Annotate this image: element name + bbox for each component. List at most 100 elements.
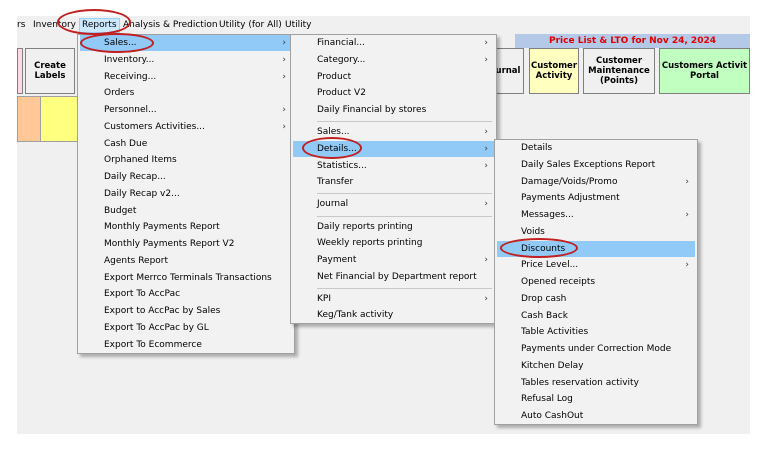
menu-item-statistics[interactable]: Statistics... › [293, 158, 494, 174]
customer-maintenance-label: Customer Maintenance (Points) [588, 56, 650, 86]
submenu-arrow-icon: › [484, 161, 488, 171]
menu-utility-for-all[interactable]: Utility (for All) [219, 19, 282, 32]
details-submenu: Details Daily Sales Exceptions Report Dama… [494, 139, 698, 425]
menu-item-payment[interactable]: Payment › [293, 252, 494, 268]
menu-item-category[interactable]: Category... › [293, 52, 494, 68]
menu-item-transfer[interactable]: Transfer [293, 174, 494, 190]
menu-item-daily-financial-by-stores[interactable]: Daily Financial by stores [293, 102, 494, 118]
menu-item-details[interactable]: Details... › [293, 141, 494, 157]
menu-item-price-level[interactable]: Price Level... › [497, 257, 695, 273]
menu-item-export-merrco-terminals-transactions[interactable]: Export Merrco Terminals Transactions [80, 270, 292, 286]
submenu-arrow-icon: › [484, 55, 488, 65]
submenu-arrow-icon: › [282, 122, 286, 132]
menu-item-daily-sales-exceptions-report[interactable]: Daily Sales Exceptions Report [497, 157, 695, 173]
menu-item-messages[interactable]: Messages... › [497, 207, 695, 223]
orange-tile[interactable] [17, 96, 41, 142]
menu-utility[interactable]: Utility [285, 19, 311, 32]
menu-item-label: Export To Ecommerce [104, 340, 202, 350]
create-labels-button[interactable]: Create Labels [25, 48, 75, 94]
customer-maintenance-button[interactable]: Customer Maintenance (Points) [583, 48, 655, 94]
menu-analysis-prediction[interactable]: Analysis & Prediction [123, 19, 218, 32]
customer-activity-button[interactable]: Customer Activity [529, 48, 579, 94]
menu-item-label: Weekly reports printing [317, 238, 423, 248]
menu-item-refusal-log[interactable]: Refusal Log [497, 391, 695, 407]
menu-item-inventory[interactable]: Inventory... › [80, 52, 292, 68]
menu-item-keg-tank-activity[interactable]: Keg/Tank activity [293, 307, 494, 323]
menu-item-kpi[interactable]: KPI › [293, 291, 494, 307]
menu-item-label: Orders [104, 88, 135, 98]
menu-item-net-financial-by-department-report[interactable]: Net Financial by Department report [293, 269, 494, 285]
menu-item-product-v2[interactable]: Product V2 [293, 85, 494, 101]
menu-item-agents-report[interactable]: Agents Report [80, 253, 292, 269]
menu-item-orphaned-items[interactable]: Orphaned Items [80, 152, 292, 168]
menu-item-label: Orphaned Items [104, 155, 177, 165]
menu-separator [317, 193, 492, 194]
menu-item-label: Inventory... [104, 55, 155, 65]
menu-item-cash-due[interactable]: Cash Due [80, 136, 292, 152]
menu-item-kitchen-delay[interactable]: Kitchen Delay [497, 358, 695, 374]
menu-reports[interactable]: Reports [79, 18, 120, 33]
menu-item-daily-recap-v2[interactable]: Daily Recap v2... [80, 186, 292, 202]
menu-item-monthly-payments-report-v2[interactable]: Monthly Payments Report V2 [80, 236, 292, 252]
menu-item-label: Messages... [521, 210, 574, 220]
submenu-arrow-icon: › [484, 294, 488, 304]
menu-item-label: KPI [317, 294, 331, 304]
menu-item-export-to-accpac[interactable]: Export To AccPac [80, 286, 292, 302]
menu-item-financial[interactable]: Financial... › [293, 35, 494, 51]
menu-item-label: Statistics... [317, 161, 367, 171]
menu-item-payments-under-correction-mode[interactable]: Payments under Correction Mode [497, 341, 695, 357]
menu-item-label: Sales... [317, 127, 350, 137]
menu-item-details[interactable]: Details [497, 140, 695, 156]
menu-item-cash-back[interactable]: Cash Back [497, 308, 695, 324]
submenu-arrow-icon: › [685, 260, 689, 270]
menu-item-table-activities[interactable]: Table Activities [497, 324, 695, 340]
menu-item-label: Budget [104, 206, 137, 216]
menu-item-export-to-accpac-by-gl[interactable]: Export To AccPac by GL [80, 320, 292, 336]
menu-item-discounts[interactable]: Discounts [497, 241, 695, 257]
menu-item-label: Keg/Tank activity [317, 310, 394, 320]
menu-separator [317, 216, 492, 217]
menu-item-customers-activities[interactable]: Customers Activities... › [80, 119, 292, 135]
submenu-arrow-icon: › [484, 144, 488, 154]
menu-item-product[interactable]: Product [293, 69, 494, 85]
menu-item-daily-recap[interactable]: Daily Recap... [80, 169, 292, 185]
menu-item-label: Discounts [521, 244, 566, 254]
menu-item-label: Export to AccPac by Sales [104, 306, 221, 316]
menu-item-label: Details [521, 143, 553, 153]
menu-item-voids[interactable]: Voids [497, 224, 695, 240]
menu-item-weekly-reports-printing[interactable]: Weekly reports printing [293, 235, 494, 251]
menu-separator [317, 288, 492, 289]
menu-item-receiving[interactable]: Receiving... › [80, 69, 292, 85]
menu-item-label: Daily reports printing [317, 222, 413, 232]
menu-bar: rs Inventory Reports Analysis & Predicti… [17, 16, 750, 34]
menu-item-auto-cashout[interactable]: Auto CashOut [497, 408, 695, 424]
menu-item-orders[interactable]: Orders [80, 85, 292, 101]
menu-item-drop-cash[interactable]: Drop cash [497, 291, 695, 307]
menu-inventory[interactable]: Inventory [33, 19, 76, 32]
menu-item-personnel[interactable]: Personnel... › [80, 102, 292, 118]
menu-item-label: Personnel... [104, 105, 157, 115]
menu-item-label: Agents Report [104, 256, 169, 266]
menu-item-label: Export To AccPac [104, 289, 181, 299]
menu-item-opened-receipts[interactable]: Opened receipts [497, 274, 695, 290]
submenu-arrow-icon: › [282, 38, 286, 48]
menu-item-label: Category... [317, 55, 366, 65]
menu-item-journal[interactable]: Journal › [293, 196, 494, 212]
menu-item-export-to-ecommerce[interactable]: Export To Ecommerce [80, 337, 292, 353]
menu-item-sales[interactable]: Sales... › [80, 35, 292, 51]
customers-activity-portal-button[interactable]: Customers Activit Portal [659, 48, 750, 94]
toolbar-button-partial[interactable] [17, 48, 23, 94]
menu-item-daily-reports-printing[interactable]: Daily reports printing [293, 219, 494, 235]
menu-item-budget[interactable]: Budget [80, 203, 292, 219]
menu-item-damage-voids-promo[interactable]: Damage/Voids/Promo › [497, 174, 695, 190]
create-labels-label: Create Labels [34, 61, 66, 81]
menu-item-label: Financial... [317, 38, 365, 48]
yellow-tile[interactable] [40, 96, 79, 142]
menu-item-sales[interactable]: Sales... › [293, 124, 494, 140]
menu-item-tables-reservation-activity[interactable]: Tables reservation activity [497, 375, 695, 391]
menu-personnel-partial[interactable]: rs [17, 19, 25, 32]
menu-item-export-to-accpac-by-sales[interactable]: Export to AccPac by Sales [80, 303, 292, 319]
menu-item-payments-adjustment[interactable]: Payments Adjustment [497, 190, 695, 206]
menu-item-label: Auto CashOut [521, 411, 584, 421]
menu-item-monthly-payments-report[interactable]: Monthly Payments Report [80, 219, 292, 235]
